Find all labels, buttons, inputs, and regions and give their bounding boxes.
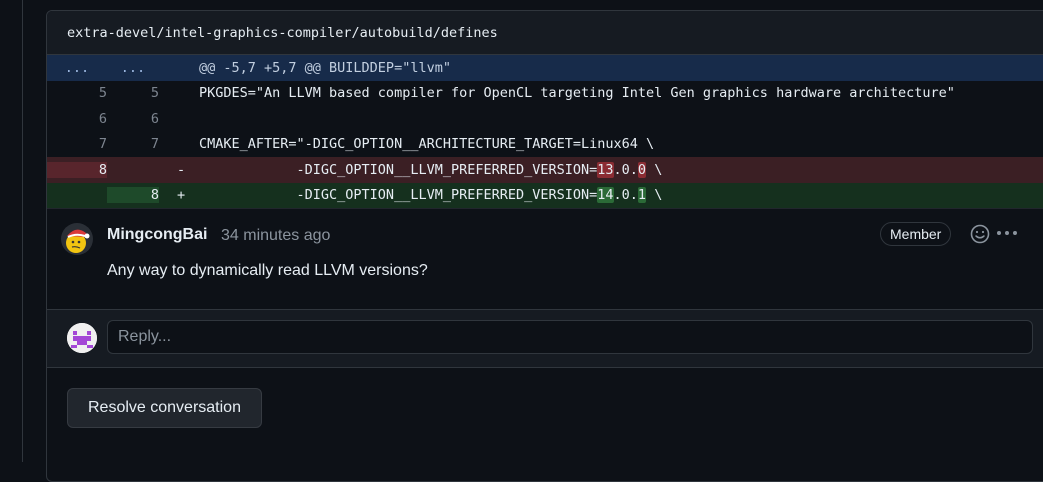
review-comment: MingcongBai 34 minutes ago Member Any wa… xyxy=(47,208,1043,309)
added-patch-version: 1 xyxy=(637,187,647,204)
hunk-expand-left[interactable]: ... xyxy=(47,60,107,76)
reply-box xyxy=(47,309,1043,368)
line-code: -DIGC_OPTION__LLVM_PREFERRED_VERSION=13.… xyxy=(199,161,1043,178)
deleted-line: 8 - -DIGC_OPTION__LLVM_PREFERRED_VERSION… xyxy=(47,157,1043,183)
comment-timestamp[interactable]: 34 minutes ago xyxy=(221,227,330,245)
added-major-version: 14 xyxy=(597,187,614,204)
code-prefix: -DIGC_OPTION__LLVM_PREFERRED_VERSION= xyxy=(199,161,598,178)
line-number-left[interactable]: 7 xyxy=(47,136,107,152)
code-suffix: \ xyxy=(646,187,663,204)
diff-table: ... ... @@ -5,7 +5,7 @@ BUILDDEP="llvm" … xyxy=(47,55,1043,208)
added-line: 8 + -DIGC_OPTION__LLVM_PREFERRED_VERSION… xyxy=(47,182,1043,208)
author-avatar[interactable] xyxy=(61,223,93,255)
line-number-right[interactable]: 6 xyxy=(107,111,159,127)
diff-line: 6 6 xyxy=(47,106,1043,132)
hunk-header-row: ... ... @@ -5,7 +5,7 @@ BUILDDEP="llvm" xyxy=(47,55,1043,81)
smiley-icon[interactable] xyxy=(969,223,991,245)
current-user-avatar xyxy=(67,323,97,353)
resolve-conversation-button[interactable]: Resolve conversation xyxy=(67,388,262,428)
avatar-image xyxy=(61,223,93,255)
review-thread: extra-devel/intel-graphics-compiler/auto… xyxy=(46,10,1043,482)
code-mid: .0. xyxy=(613,187,638,204)
code-prefix: -DIGC_OPTION__LLVM_PREFERRED_VERSION= xyxy=(199,187,598,204)
comment-author[interactable]: MingcongBai xyxy=(107,226,207,244)
line-number-right[interactable]: 8 xyxy=(107,187,159,204)
line-code: PKGDES="An LLVM based compiler for OpenC… xyxy=(199,85,955,102)
line-number-left[interactable]: 5 xyxy=(47,85,107,101)
file-path: extra-devel/intel-graphics-compiler/auto… xyxy=(67,24,498,41)
line-number-right[interactable]: 5 xyxy=(107,85,159,101)
line-number-right[interactable]: 7 xyxy=(107,136,159,152)
line-code: CMAKE_AFTER="-DIGC_OPTION__ARCHITECTURE_… xyxy=(199,136,655,153)
line-number-left[interactable]: 6 xyxy=(47,111,107,127)
diff-line: 7 7 CMAKE_AFTER="-DIGC_OPTION__ARCHITECT… xyxy=(47,132,1043,158)
line-code: -DIGC_OPTION__LLVM_PREFERRED_VERSION=14.… xyxy=(199,187,1043,204)
thread-actions: Resolve conversation xyxy=(47,368,1043,448)
addition-marker: + xyxy=(177,187,186,204)
file-path-header: extra-devel/intel-graphics-compiler/auto… xyxy=(47,11,1043,55)
member-badge: Member xyxy=(880,222,952,246)
removed-patch-version: 0 xyxy=(637,161,647,178)
identicon-image xyxy=(67,323,97,353)
comment-body: Any way to dynamically read LLVM version… xyxy=(107,262,428,279)
code-suffix: \ xyxy=(646,161,663,178)
diff-line: 5 5 PKGDES="An LLVM based compiler for O… xyxy=(47,81,1043,107)
line-number-left[interactable]: 8 xyxy=(47,161,107,178)
deletion-marker: - xyxy=(177,161,186,178)
hunk-text: @@ -5,7 +5,7 @@ BUILDDEP="llvm" xyxy=(199,59,451,76)
code-mid: .0. xyxy=(613,161,638,178)
reply-input[interactable] xyxy=(107,320,1033,354)
removed-major-version: 13 xyxy=(597,161,614,178)
hunk-expand-right[interactable]: ... xyxy=(107,60,159,76)
timeline-rail xyxy=(22,0,23,462)
kebab-horizontal-icon[interactable] xyxy=(997,231,1021,237)
